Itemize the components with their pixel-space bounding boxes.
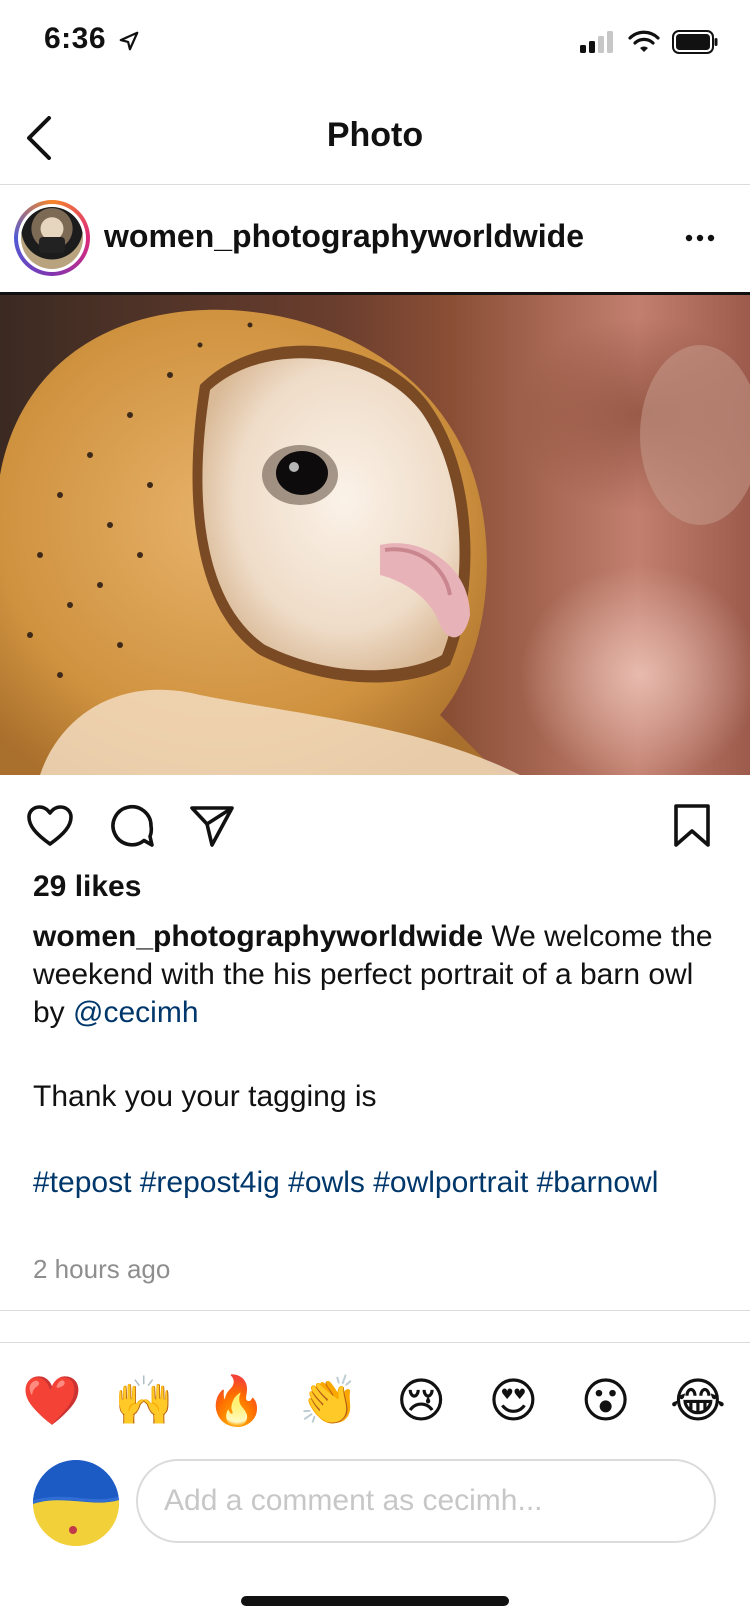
caption-mention[interactable]: @cecimh [73,996,198,1029]
wifi-icon [628,30,660,52]
comment-bubble-icon [111,805,154,847]
author-avatar-image [21,207,83,269]
navigation-bar: Photo [0,96,750,185]
save-button[interactable] [666,800,718,852]
reaction-laughing-emoji[interactable]: 😂 [668,1372,728,1432]
home-indicator[interactable] [241,1596,509,1606]
reaction-raised-hands-emoji[interactable]: 🙌 [114,1372,174,1432]
status-time: 6:36 [44,22,107,55]
more-horizontal-icon [685,234,715,242]
barn-owl-image [0,309,750,775]
comment-button[interactable] [106,800,158,852]
likes-count[interactable]: 29 likes [33,870,141,904]
caption-line: Thank you your tagging is [33,1080,377,1113]
page-title: Photo [326,116,424,154]
reaction-heart-eyes-emoji[interactable]: 😍 [483,1372,543,1432]
send-icon [190,806,234,847]
heart-icon [27,805,73,846]
caption: women_photographyworldwide We welcome th… [33,918,723,1032]
post-timestamp: 2 hours ago [33,1254,171,1284]
reaction-crying-emoji[interactable]: 😢 [391,1372,451,1432]
comment-input[interactable] [136,1459,716,1543]
author-avatar[interactable] [14,200,90,276]
post-actions [0,790,750,860]
battery-icon [672,30,718,54]
caption-hashtags[interactable]: #tepost #repost4ig #owls #owlportrait #b… [33,1164,723,1202]
current-user-avatar [33,1460,119,1546]
post-header: women_photographyworldwide [0,184,750,295]
reaction-fire-emoji[interactable]: 🔥 [207,1372,267,1432]
reaction-clap-emoji[interactable]: 👏 [299,1372,359,1432]
like-button[interactable] [24,800,76,852]
signal-icon [580,31,613,53]
quick-reactions-bar: ❤️ 🙌 🔥 👏 😢 😍 😮 😂 [22,1372,728,1432]
bookmark-icon [674,804,710,847]
author-username[interactable]: women_photographyworldwide [104,218,584,255]
more-options-button[interactable] [680,220,720,256]
reaction-heart-emoji[interactable]: ❤️ [22,1372,82,1432]
divider [0,1310,750,1311]
status-indicators [580,30,718,54]
post-photo[interactable] [0,295,750,775]
caption-username[interactable]: women_photographyworldwide [33,920,483,953]
location-arrow-icon [119,31,139,51]
share-button[interactable] [186,800,238,852]
divider [0,1342,750,1343]
ukraine-flag-avatar [33,1460,119,1546]
reaction-surprised-emoji[interactable]: 😮 [576,1372,636,1432]
